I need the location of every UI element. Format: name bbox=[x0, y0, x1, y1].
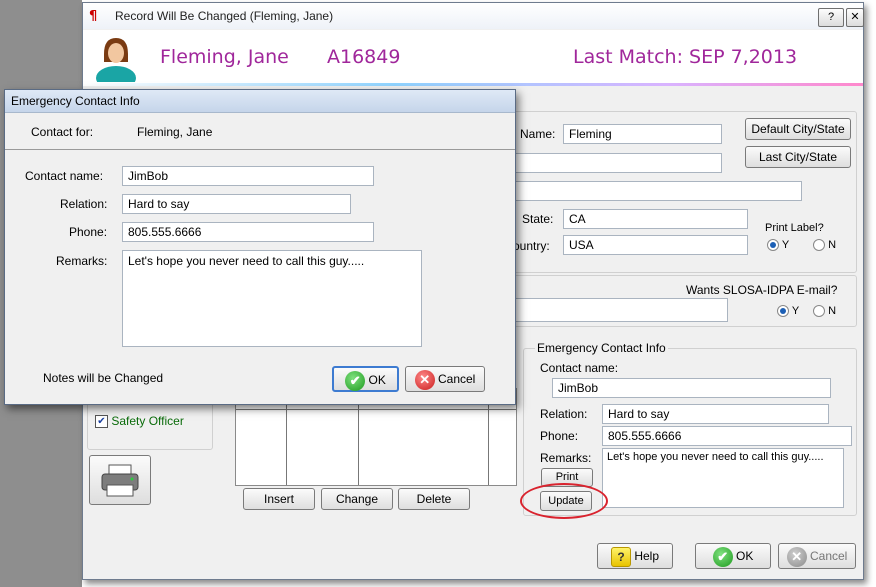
person-avatar-icon bbox=[96, 38, 136, 82]
last-city-label: Last City/State bbox=[758, 150, 838, 164]
print-label-yes[interactable]: Y bbox=[767, 239, 790, 252]
update-highlight-annotation bbox=[520, 483, 608, 519]
cancel-x-icon: ✕ bbox=[414, 369, 435, 390]
panel-phone-field[interactable]: 805.555.6666 bbox=[602, 426, 852, 446]
email-no-radio[interactable] bbox=[813, 305, 825, 318]
country-label: ountry: bbox=[513, 239, 550, 253]
help-button[interactable]: ? Help bbox=[597, 543, 673, 569]
state-label: State: bbox=[522, 212, 554, 226]
contact-for-label: Contact for: bbox=[31, 125, 94, 139]
address-field[interactable] bbox=[513, 181, 802, 201]
dialog-title: Emergency Contact Info bbox=[11, 94, 140, 108]
dialog-relation-label: Relation: bbox=[60, 197, 108, 211]
last-name-field[interactable]: Fleming bbox=[563, 124, 722, 144]
emergency-contact-title: Emergency Contact Info bbox=[535, 341, 668, 355]
help-label: Help bbox=[634, 549, 660, 563]
dialog-remarks-field[interactable]: Let's hope you never need to call this g… bbox=[122, 250, 422, 347]
email-field[interactable] bbox=[513, 298, 728, 322]
country-field[interactable]: USA bbox=[563, 235, 748, 255]
dialog-divider bbox=[5, 149, 515, 150]
last-city-button[interactable]: Last City/State bbox=[745, 146, 851, 168]
dialog-ok-button[interactable]: ✔ OK bbox=[332, 366, 399, 392]
print-label-no-radio[interactable] bbox=[813, 239, 825, 252]
dialog-titlebar[interactable]: Emergency Contact Info bbox=[5, 90, 515, 113]
panel-contact-name-field[interactable]: JimBob bbox=[552, 378, 831, 398]
dialog-phone-field[interactable]: 805.555.6666 bbox=[122, 222, 374, 242]
insert-button[interactable]: Insert bbox=[243, 488, 315, 510]
help-icon: ? bbox=[610, 546, 631, 567]
first-name-field[interactable] bbox=[513, 153, 722, 173]
email-opt-in-title: Wants SLOSA-IDPA E-mail? bbox=[686, 283, 838, 297]
printer-icon bbox=[101, 464, 139, 497]
panel-phone-label: Phone: bbox=[540, 429, 579, 443]
insert-label: Insert bbox=[263, 492, 294, 506]
checkbox-checked-icon[interactable]: ✔ bbox=[95, 415, 108, 429]
dialog-cancel-label: Cancel bbox=[437, 372, 476, 386]
ok-check-icon: ✔ bbox=[345, 370, 366, 391]
change-label: Change bbox=[335, 492, 379, 506]
email-yes[interactable]: Y bbox=[777, 305, 800, 318]
main-window-title: Record Will Be Changed (Fleming, Jane) bbox=[115, 9, 334, 23]
notes-status-text: Notes will be Changed bbox=[43, 371, 164, 385]
footer-cancel-label: Cancel bbox=[809, 549, 848, 563]
dialog-relation-field[interactable]: Hard to say bbox=[122, 194, 351, 214]
email-yes-text: Y bbox=[791, 305, 800, 317]
email-yes-radio[interactable] bbox=[777, 305, 789, 318]
dialog-cancel-button[interactable]: ✕ Cancel bbox=[405, 366, 485, 392]
state-field[interactable]: CA bbox=[563, 209, 748, 229]
record-header: Fleming, Jane A16849 Last Match: SEP 7,2… bbox=[83, 30, 863, 86]
header-member-name: Fleming, Jane bbox=[160, 46, 289, 68]
email-no-text: N bbox=[828, 305, 837, 317]
print-label-title: Print Label? bbox=[765, 222, 824, 234]
print-label-no[interactable]: N bbox=[813, 239, 837, 252]
delete-button[interactable]: Delete bbox=[398, 488, 470, 510]
print-label-yes-radio[interactable] bbox=[767, 239, 779, 252]
dialog-phone-label: Phone: bbox=[69, 225, 108, 239]
dialog-remarks-label: Remarks: bbox=[56, 254, 108, 268]
footer-cancel-button[interactable]: ✕ Cancel bbox=[778, 543, 856, 569]
help-titlebar-button[interactable]: ? bbox=[818, 8, 844, 27]
panel-relation-label: Relation: bbox=[540, 407, 588, 421]
contact-for-value: Fleming, Jane bbox=[137, 125, 213, 139]
header-last-match: Last Match: SEP 7,2013 bbox=[573, 46, 798, 68]
close-titlebar-button[interactable]: ✕ bbox=[846, 8, 864, 27]
safety-officer-label: Safety Officer bbox=[111, 414, 184, 428]
dialog-ok-label: OK bbox=[368, 373, 386, 387]
print-record-button[interactable] bbox=[89, 455, 151, 505]
main-titlebar[interactable]: ¶ Record Will Be Changed (Fleming, Jane)… bbox=[83, 3, 864, 29]
ok-check-icon: ✔ bbox=[712, 546, 733, 567]
header-member-id: A16849 bbox=[327, 46, 401, 68]
print-label-yes-text: Y bbox=[781, 239, 790, 251]
name-label: Name: bbox=[520, 127, 556, 141]
delete-label: Delete bbox=[416, 492, 452, 506]
change-button[interactable]: Change bbox=[321, 488, 393, 510]
footer-ok-label: OK bbox=[736, 549, 754, 563]
print-label-no-text: N bbox=[828, 239, 837, 251]
email-no[interactable]: N bbox=[813, 305, 837, 318]
panel-relation-field[interactable]: Hard to say bbox=[602, 404, 829, 424]
footer-ok-button[interactable]: ✔ OK bbox=[695, 543, 771, 569]
panel-contact-name-label: Contact name: bbox=[540, 361, 619, 375]
dialog-contact-name-field[interactable]: JimBob bbox=[122, 166, 374, 186]
panel-remarks-field[interactable]: Let's hope you never need to call this g… bbox=[602, 448, 844, 508]
panel-remarks-label: Remarks: bbox=[540, 451, 592, 465]
header-divider bbox=[83, 83, 863, 86]
dialog-contact-name-label: Contact name: bbox=[25, 169, 104, 183]
safety-officer-checkbox[interactable]: ✔ Safety Officer bbox=[95, 414, 184, 429]
app-icon: ¶ bbox=[89, 9, 98, 24]
emergency-contact-dialog: Emergency Contact Info Contact for: Flem… bbox=[4, 89, 516, 405]
cancel-x-icon: ✕ bbox=[786, 546, 807, 567]
table-row-divider bbox=[236, 409, 516, 410]
default-city-button[interactable]: Default City/State bbox=[745, 118, 851, 140]
default-city-label: Default City/State bbox=[751, 122, 845, 136]
panel-print-label: Print bbox=[555, 471, 579, 483]
